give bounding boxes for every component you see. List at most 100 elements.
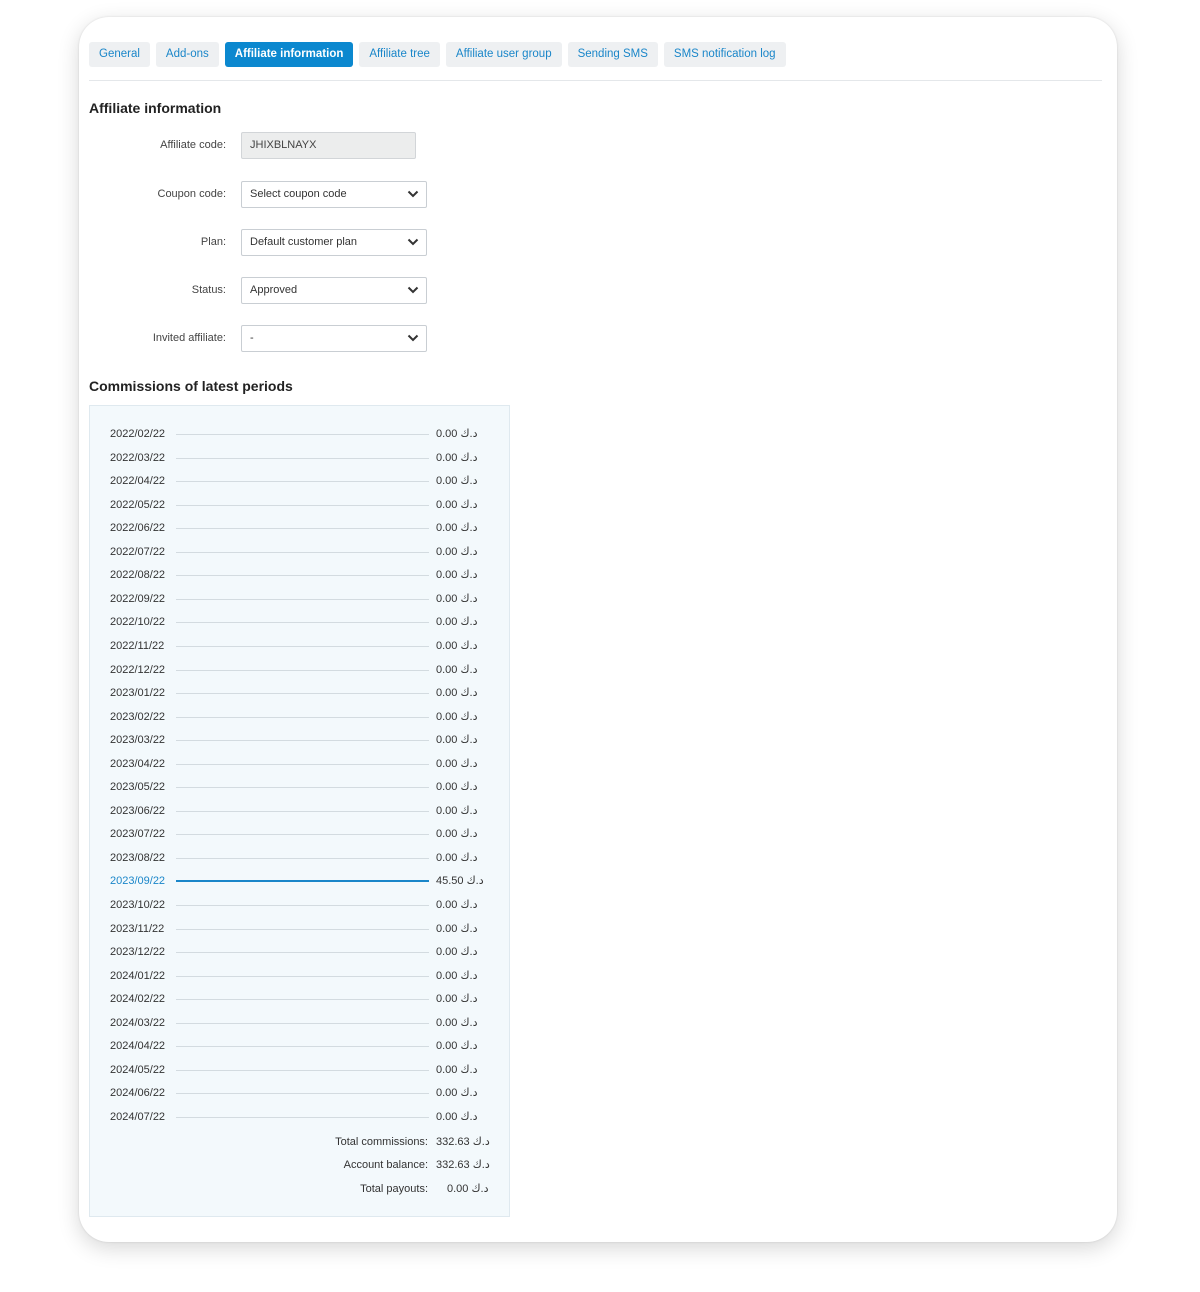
period-amount: 0.00 د.ك	[436, 1063, 478, 1076]
chevron-down-icon	[407, 334, 419, 342]
tab-affiliate-information[interactable]: Affiliate information	[224, 42, 354, 67]
plan-label: Plan:	[200, 236, 226, 248]
commission-period-row: 2022/04/22 0.00 د.ك	[90, 473, 509, 489]
total-label: Total commissions:	[335, 1135, 428, 1148]
section-title-affiliate-information: Affiliate information	[89, 100, 222, 116]
commission-period-row: 2022/10/22 0.00 د.ك	[90, 614, 509, 630]
commission-period-row: 2024/02/22 0.00 د.ك	[90, 991, 509, 1007]
commission-period-row: 2023/03/22 0.00 د.ك	[90, 732, 509, 748]
total-label: Total payouts:	[360, 1182, 428, 1195]
status-label: Status:	[191, 284, 226, 296]
commission-period-row: 2023/06/22 0.00 د.ك	[90, 803, 509, 819]
period-amount: 45.50 د.ك	[436, 875, 484, 888]
period-amount: 0.00 د.ك	[436, 781, 478, 794]
period-date: 2024/05/22	[110, 1063, 166, 1076]
period-leader-line	[176, 880, 429, 883]
plan-row: Plan: Default customer plan	[89, 229, 509, 256]
period-leader-line	[176, 952, 429, 954]
period-leader-line	[176, 1022, 429, 1024]
invited-affiliate-label: Invited affiliate:	[152, 332, 226, 344]
status-select[interactable]: Approved	[241, 277, 427, 304]
period-date: 2022/05/22	[110, 498, 166, 511]
period-leader-line	[176, 457, 429, 459]
total-label: Account balance:	[343, 1159, 428, 1171]
total-value: 0.00 د.ك	[447, 1182, 489, 1195]
period-leader-line	[176, 693, 429, 695]
period-leader-line	[176, 787, 429, 789]
tab-affiliate-tree[interactable]: Affiliate tree	[359, 42, 440, 67]
period-date: 2022/12/22	[110, 663, 166, 676]
period-amount: 0.00 د.ك	[436, 993, 478, 1006]
commission-total-row: Total commissions: 332.63 د.ك	[90, 1134, 509, 1150]
period-amount: 0.00 د.ك	[436, 687, 478, 700]
commission-period-row: 2023/10/22 0.00 د.ك	[90, 897, 509, 913]
period-date: 2023/02/22	[110, 710, 166, 723]
coupon-code-select[interactable]: Select coupon code	[241, 181, 427, 208]
period-leader-line	[176, 810, 429, 812]
period-date: 2022/07/22	[110, 545, 166, 558]
period-leader-line	[176, 1069, 429, 1071]
commission-period-row: 2023/02/22 0.00 د.ك	[90, 709, 509, 725]
period-date: 2024/04/22	[110, 1040, 166, 1053]
commission-period-row: 2024/06/22 0.00 د.ك	[90, 1085, 509, 1101]
period-leader-line	[176, 504, 429, 506]
status-row: Status: Approved	[89, 277, 509, 304]
commission-period-row: 2022/02/22 0.00 د.ك	[90, 426, 509, 442]
period-date: 2023/11/22	[110, 922, 165, 935]
period-date: 2023/04/22	[110, 757, 166, 770]
period-amount: 0.00 د.ك	[436, 757, 478, 770]
commission-period-row: 2024/07/22 0.00 د.ك	[90, 1109, 509, 1125]
period-amount: 0.00 د.ك	[436, 851, 478, 864]
period-leader-line	[176, 740, 429, 742]
commission-period-row: 2022/07/22 0.00 د.ك	[90, 544, 509, 560]
period-date: 2023/09/22	[110, 875, 166, 888]
period-date: 2022/10/22	[110, 616, 166, 629]
period-date: 2023/07/22	[110, 828, 166, 841]
period-date: 2024/02/22	[110, 993, 166, 1006]
period-amount: 0.00 د.ك	[436, 545, 478, 558]
period-leader-line	[176, 645, 429, 647]
period-leader-line	[176, 481, 429, 483]
period-date: 2022/11/22	[110, 639, 165, 652]
period-amount: 0.00 د.ك	[436, 1110, 478, 1123]
period-date: 2024/06/22	[110, 1087, 166, 1100]
tab-add-ons[interactable]: Add-ons	[155, 42, 219, 67]
plan-select[interactable]: Default customer plan	[241, 229, 427, 256]
period-leader-line	[176, 1046, 429, 1048]
tab-general[interactable]: General	[89, 42, 150, 67]
period-date: 2023/05/22	[110, 781, 166, 794]
commissions-panel: 2022/02/22 0.00 د.ك 2022/03/22 0.00 د.ك 2022…	[89, 405, 510, 1217]
period-leader-line	[176, 1116, 429, 1118]
tab-sms-notification-log[interactable]: SMS notification log	[663, 42, 786, 67]
period-leader-line	[176, 575, 429, 577]
chevron-down-icon	[407, 190, 419, 198]
commission-period-row: 2022/08/22 0.00 د.ك	[90, 567, 509, 583]
tab-bar: General Add-ons Affiliate information Affil…	[89, 42, 1102, 81]
tab-sending-sms[interactable]: Sending SMS	[567, 42, 658, 67]
coupon-code-label: Coupon code:	[157, 188, 227, 200]
period-amount: 0.00 د.ك	[436, 828, 478, 841]
period-amount: 0.00 د.ك	[436, 428, 478, 440]
period-date: 2022/09/22	[110, 592, 166, 605]
tab-affiliate-user-group[interactable]: Affiliate user group	[445, 42, 562, 67]
period-amount: 0.00 د.ك	[436, 946, 478, 959]
period-date: 2023/08/22	[110, 851, 166, 864]
section-title-commissions: Commissions of latest periods	[89, 378, 293, 394]
period-date: 2022/08/22	[110, 569, 166, 582]
chevron-down-icon	[407, 286, 419, 294]
invited-affiliate-select[interactable]: -	[241, 325, 427, 352]
period-amount: 0.00 د.ك	[436, 710, 478, 723]
period-amount: 0.00 د.ك	[436, 498, 478, 511]
period-leader-line	[176, 1093, 429, 1095]
period-amount: 0.00 د.ك	[436, 592, 478, 605]
period-amount: 0.00 د.ك	[436, 1087, 478, 1100]
period-amount: 0.00 د.ك	[436, 734, 478, 747]
period-leader-line	[176, 622, 429, 624]
commission-total-row: Account balance: 332.63 د.ك	[90, 1157, 509, 1173]
period-date: 2022/02/22	[110, 428, 166, 440]
commission-total-row: Total payouts: 0.00 د.ك	[90, 1181, 509, 1197]
content-card: General Add-ons Affiliate information Affil…	[79, 17, 1117, 1242]
affiliate-code-label: Affiliate code:	[160, 139, 226, 151]
period-date: 2023/12/22	[110, 946, 166, 959]
coupon-code-row: Coupon code: Select coupon code	[89, 181, 509, 208]
